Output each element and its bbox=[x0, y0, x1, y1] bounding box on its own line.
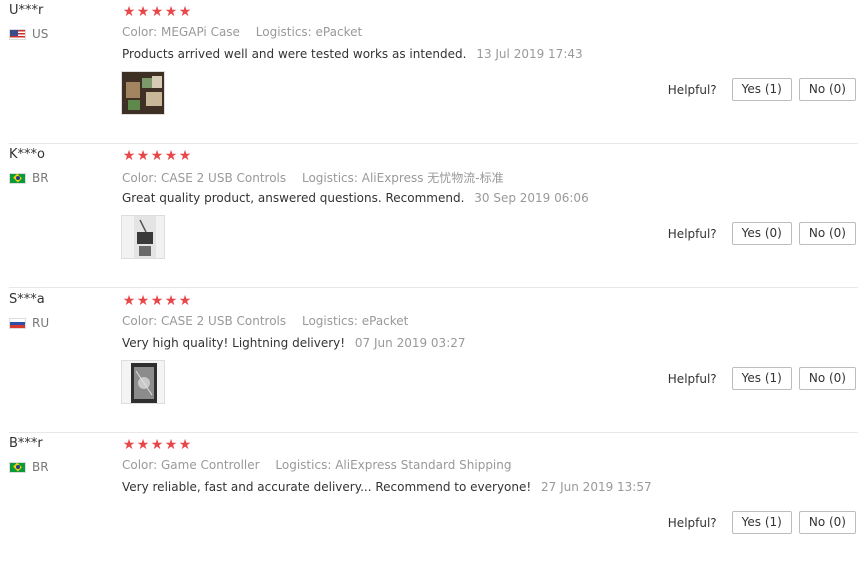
helpful-yes-button[interactable]: Yes (1) bbox=[731, 511, 792, 534]
logistics-label: Logistics: bbox=[275, 458, 332, 472]
review-content: Products arrived well and were tested wo… bbox=[122, 47, 583, 61]
review-content: Very reliable, fast and accurate deliver… bbox=[122, 480, 652, 494]
helpful-yes-button[interactable]: Yes (0) bbox=[731, 222, 792, 245]
color-value: MEGAPi Case bbox=[161, 25, 240, 39]
review-text: Great quality product, answered question… bbox=[122, 191, 465, 205]
review-text: Products arrived well and were tested wo… bbox=[122, 47, 467, 61]
order-meta: Color: MEGAPi Case Logistics: ePacket bbox=[122, 25, 362, 39]
review-photo-thumbnail[interactable] bbox=[121, 71, 165, 115]
color-label: Color: bbox=[122, 314, 158, 328]
helpful-vote: Helpful? Yes (1) No (0) bbox=[668, 78, 856, 101]
color-label: Color: bbox=[122, 458, 158, 472]
color-value: CASE 2 USB Controls bbox=[161, 171, 287, 185]
star-icon: ★ bbox=[122, 148, 136, 164]
star-icon: ★ bbox=[136, 4, 150, 20]
star-icon: ★ bbox=[164, 293, 178, 309]
br-flag-icon bbox=[9, 172, 26, 184]
star-icon: ★ bbox=[150, 4, 164, 20]
helpful-no-button[interactable]: No (0) bbox=[798, 367, 856, 390]
star-icon: ★ bbox=[136, 293, 150, 309]
helpful-label: Helpful? bbox=[667, 371, 717, 386]
helpful-label: Helpful? bbox=[667, 82, 717, 97]
ru-flag-icon bbox=[9, 317, 26, 329]
country-code: BR bbox=[32, 460, 49, 474]
logistics-value: ePacket bbox=[361, 314, 409, 328]
country-code: BR bbox=[32, 171, 49, 185]
reviewer-country: RU bbox=[9, 316, 49, 330]
color-value: Game Controller bbox=[161, 458, 260, 472]
star-icon: ★ bbox=[178, 148, 192, 164]
logistics-value: ePacket bbox=[315, 25, 363, 39]
star-icon: ★ bbox=[150, 293, 164, 309]
color-label: Color: bbox=[122, 25, 158, 39]
rating-stars: ★ ★ ★ ★ ★ bbox=[122, 4, 192, 20]
logistics-label: Logistics: bbox=[301, 314, 358, 328]
star-icon: ★ bbox=[150, 437, 164, 453]
review-text: Very reliable, fast and accurate deliver… bbox=[122, 480, 532, 494]
star-icon: ★ bbox=[178, 293, 192, 309]
star-icon: ★ bbox=[136, 148, 150, 164]
star-icon: ★ bbox=[178, 4, 192, 20]
reviewer-country: BR bbox=[9, 460, 49, 474]
helpful-vote: Helpful? Yes (1) No (0) bbox=[668, 367, 856, 390]
review-photo-thumbnail[interactable] bbox=[121, 360, 165, 404]
helpful-yes-button[interactable]: Yes (1) bbox=[731, 367, 792, 390]
review-content: Very high quality! Lightning delivery! 0… bbox=[122, 336, 466, 350]
review-item: B***r BR ★ ★ ★ ★ ★ Color: Game Controller Lo… bbox=[0, 433, 862, 577]
helpful-no-button[interactable]: No (0) bbox=[798, 511, 856, 534]
color-value: CASE 2 USB Controls bbox=[161, 314, 287, 328]
review-item: K***o BR ★ ★ ★ ★ ★ Color: CASE 2 USB Control… bbox=[0, 144, 862, 288]
reviewer-country: BR bbox=[9, 171, 49, 185]
star-icon: ★ bbox=[122, 4, 136, 20]
logistics-value: AliExpress Standard Shipping bbox=[335, 458, 512, 472]
country-code: US bbox=[32, 27, 49, 41]
reviewer-name: K***o bbox=[9, 147, 45, 162]
rating-stars: ★ ★ ★ ★ ★ bbox=[122, 437, 192, 453]
helpful-label: Helpful? bbox=[667, 226, 717, 241]
star-icon: ★ bbox=[178, 437, 192, 453]
reviewer-name: B***r bbox=[9, 436, 43, 451]
star-icon: ★ bbox=[136, 437, 150, 453]
logistics-value: AliExpress 无忧物流-标准 bbox=[361, 171, 504, 185]
order-meta: Color: CASE 2 USB Controls Logistics: eP… bbox=[122, 314, 408, 328]
review-date: 30 Sep 2019 06:06 bbox=[474, 191, 589, 205]
reviewer-name: S***a bbox=[9, 292, 45, 307]
reviewer-country: US bbox=[9, 27, 48, 41]
helpful-yes-button[interactable]: Yes (1) bbox=[731, 78, 792, 101]
review-date: 13 Jul 2019 17:43 bbox=[476, 47, 583, 61]
photo-image bbox=[122, 361, 164, 403]
star-icon: ★ bbox=[164, 148, 178, 164]
logistics-label: Logistics: bbox=[301, 171, 358, 185]
review-content: Great quality product, answered question… bbox=[122, 191, 589, 205]
divider bbox=[9, 287, 858, 288]
review-item: S***a RU ★ ★ ★ ★ ★ Color: CASE 2 USB Control… bbox=[0, 289, 862, 433]
star-icon: ★ bbox=[122, 293, 136, 309]
photo-image bbox=[122, 72, 164, 114]
order-meta: Color: CASE 2 USB Controls Logistics: Al… bbox=[122, 169, 504, 186]
br-flag-icon bbox=[9, 461, 26, 473]
photo-image bbox=[122, 216, 164, 258]
helpful-no-button[interactable]: No (0) bbox=[798, 78, 856, 101]
review-item: U***r US ★ ★ ★ ★ ★ Color: MEGAPi Case Logist… bbox=[0, 0, 862, 144]
star-icon: ★ bbox=[164, 437, 178, 453]
review-text: Very high quality! Lightning delivery! bbox=[122, 336, 346, 350]
helpful-label: Helpful? bbox=[667, 515, 717, 530]
review-photo-thumbnail[interactable] bbox=[121, 215, 165, 259]
rating-stars: ★ ★ ★ ★ ★ bbox=[122, 148, 192, 164]
color-label: Color: bbox=[122, 171, 158, 185]
star-icon: ★ bbox=[164, 4, 178, 20]
order-meta: Color: Game Controller Logistics: AliExp… bbox=[122, 458, 512, 472]
rating-stars: ★ ★ ★ ★ ★ bbox=[122, 293, 192, 309]
helpful-vote: Helpful? Yes (1) No (0) bbox=[668, 511, 856, 534]
us-flag-icon bbox=[9, 28, 26, 40]
logistics-label: Logistics: bbox=[255, 25, 312, 39]
helpful-vote: Helpful? Yes (0) No (0) bbox=[668, 222, 856, 245]
star-icon: ★ bbox=[122, 437, 136, 453]
country-code: RU bbox=[32, 316, 50, 330]
review-date: 27 Jun 2019 13:57 bbox=[541, 480, 652, 494]
review-date: 07 Jun 2019 03:27 bbox=[354, 336, 466, 350]
reviewer-name: U***r bbox=[9, 3, 44, 18]
star-icon: ★ bbox=[150, 148, 164, 164]
helpful-no-button[interactable]: No (0) bbox=[798, 222, 856, 245]
